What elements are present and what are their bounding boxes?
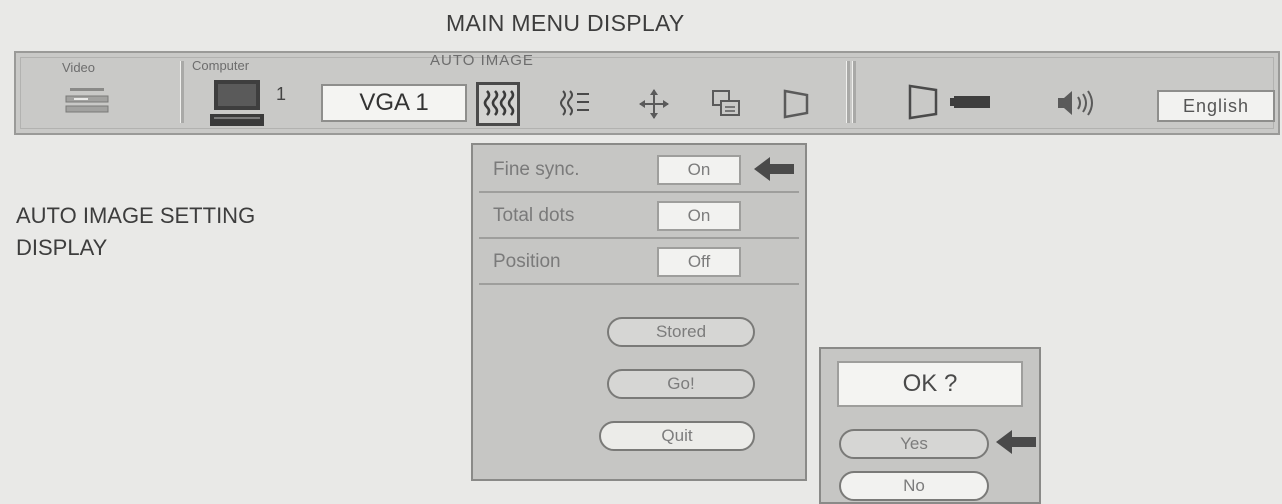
- sound-icon[interactable]: [1054, 86, 1104, 125]
- language-box[interactable]: English: [1157, 90, 1275, 122]
- computer-number: 1: [276, 84, 287, 104]
- pc-adjust-icon[interactable]: [704, 82, 748, 126]
- auto-image-setting-caption: AUTO IMAGE SETTING DISPLAY: [16, 200, 255, 264]
- position-label: Position: [493, 251, 561, 272]
- computer-icon[interactable]: [208, 76, 268, 135]
- input-source-box[interactable]: VGA 1: [321, 84, 467, 122]
- image-adjust-icon[interactable]: [554, 82, 598, 126]
- total-dots-label: Total dots: [493, 205, 575, 226]
- no-button[interactable]: No: [839, 471, 989, 501]
- quit-button[interactable]: Quit: [599, 421, 755, 451]
- auto-image-label: AUTO IMAGE: [430, 52, 534, 69]
- position-value[interactable]: Off: [657, 247, 741, 277]
- total-dots-value[interactable]: On: [657, 201, 741, 231]
- main-menu-caption: MAIN MENU DISPLAY: [446, 10, 685, 36]
- go-button[interactable]: Go!: [607, 369, 755, 399]
- yes-button[interactable]: Yes: [839, 429, 989, 459]
- position-icon[interactable]: [632, 82, 676, 126]
- stored-button[interactable]: Stored: [607, 317, 755, 347]
- fine-sync-row[interactable]: Fine sync. On: [479, 151, 799, 193]
- confirm-prompt: OK ?: [837, 361, 1023, 407]
- projector-icon[interactable]: [906, 82, 996, 127]
- total-dots-row[interactable]: Total dots On: [479, 197, 799, 239]
- auto-image-panel: Fine sync. On Total dots On Position Off…: [471, 143, 807, 481]
- fine-sync-value[interactable]: On: [657, 155, 741, 185]
- auto-image-icon[interactable]: [476, 82, 520, 126]
- video-label: Video: [62, 60, 96, 75]
- computer-label: Computer: [192, 58, 250, 73]
- position-row[interactable]: Position Off: [479, 243, 799, 285]
- caption-line-2: DISPLAY: [16, 235, 108, 260]
- pointer-arrow-icon: [994, 428, 1038, 461]
- caption-line-1: AUTO IMAGE SETTING: [16, 203, 256, 228]
- confirm-dialog: OK ? Yes No: [819, 347, 1041, 504]
- pointer-arrow-icon: [752, 155, 796, 188]
- keystone-icon[interactable]: [774, 82, 818, 126]
- video-deck-icon[interactable]: [62, 84, 112, 125]
- fine-sync-label: Fine sync.: [493, 159, 580, 180]
